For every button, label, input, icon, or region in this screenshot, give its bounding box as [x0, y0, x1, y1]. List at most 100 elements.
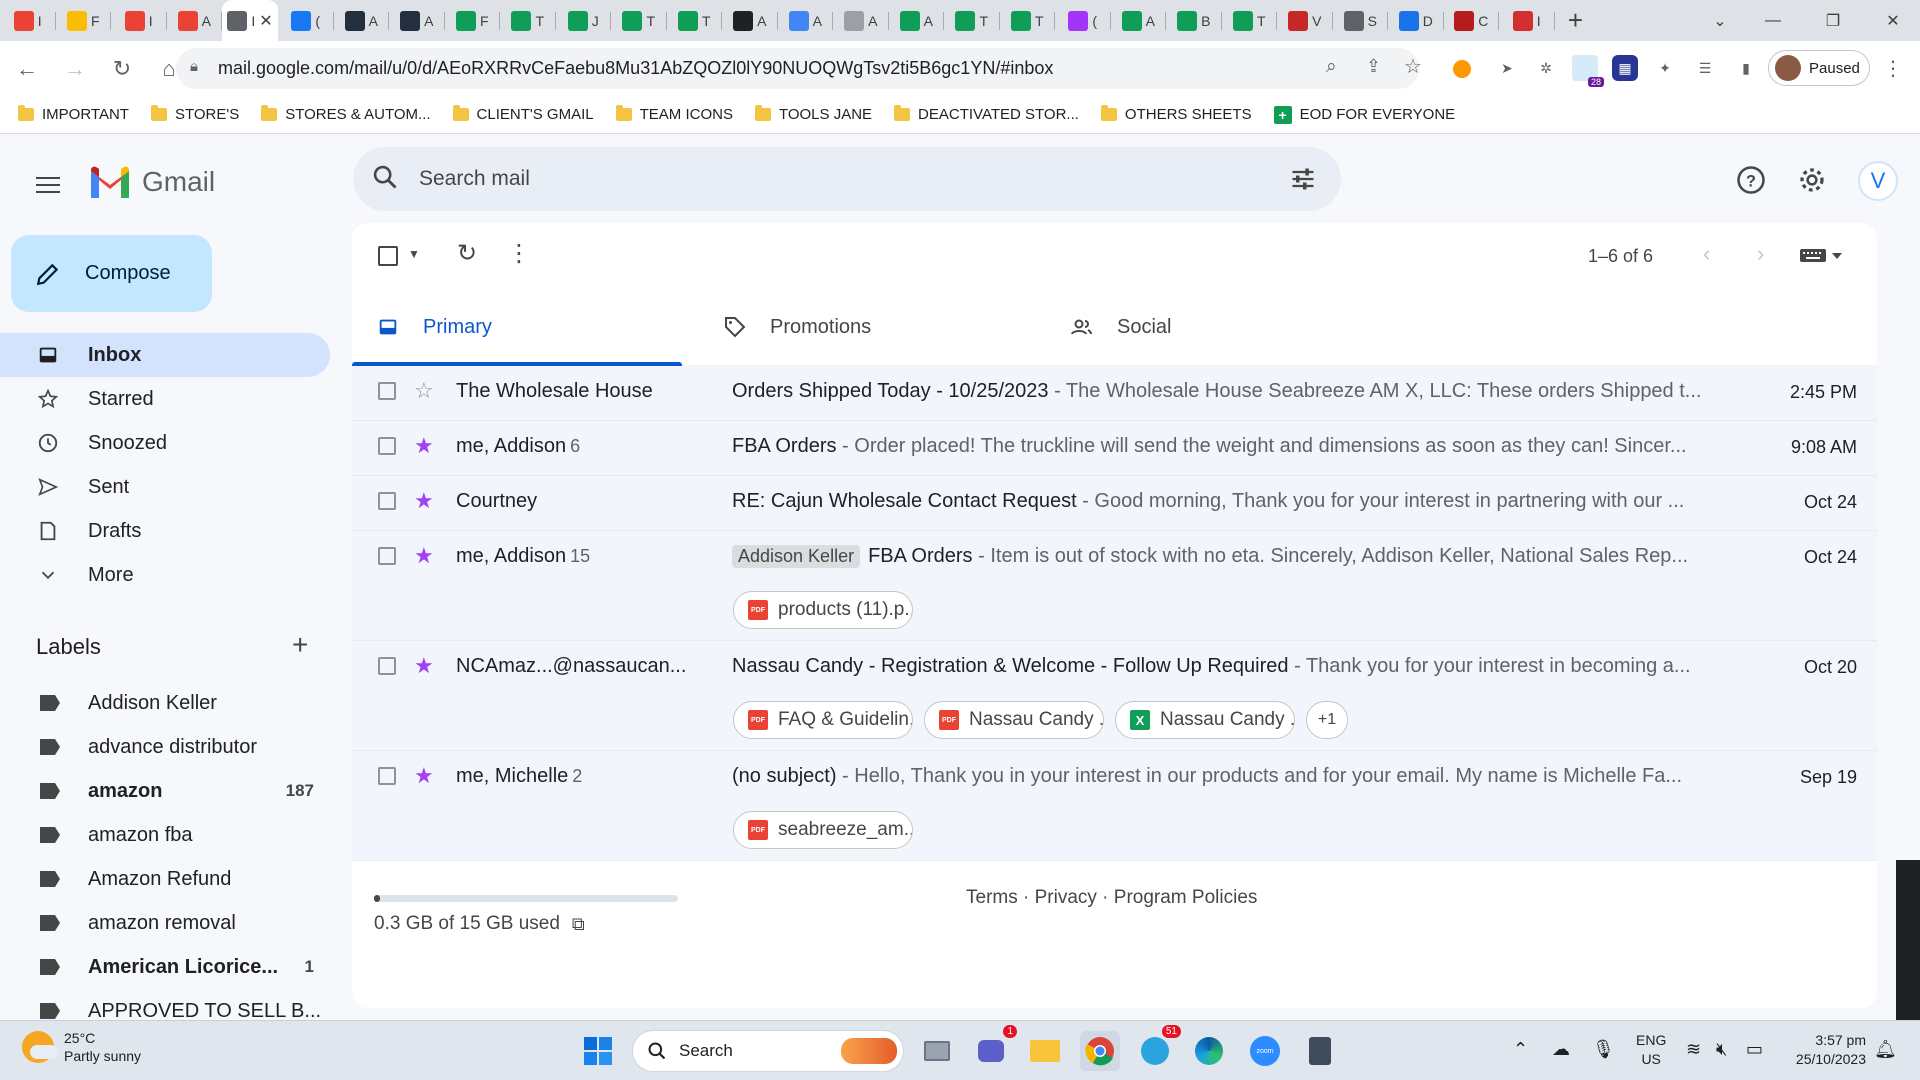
battery-icon[interactable]: ▭ [1746, 1039, 1763, 1060]
sidebar-item-snoozed[interactable]: Snoozed [0, 421, 330, 465]
onedrive-cloud-icon[interactable]: ☁ [1552, 1039, 1570, 1060]
edge-icon[interactable] [1189, 1031, 1229, 1071]
zoom-icon[interactable]: ⌕ [1326, 56, 1337, 78]
input-tools-icon[interactable] [1800, 247, 1846, 268]
bookmark-item[interactable]: STORES & AUTOM... [261, 105, 431, 123]
browser-tab[interactable]: I [1499, 0, 1555, 41]
telegram-icon[interactable]: 51 [1135, 1025, 1181, 1071]
sidebar-item-sent[interactable]: Sent [0, 465, 330, 509]
row-checkbox[interactable] [378, 547, 396, 565]
bookmark-item[interactable]: TEAM ICONS [615, 105, 733, 123]
language-indicator[interactable]: ENG US [1636, 1031, 1666, 1069]
bookmark-item[interactable]: OTHERS SHEETS [1100, 105, 1252, 123]
browser-tab[interactable]: B [1166, 0, 1222, 41]
sidebar-item-more[interactable]: More [0, 553, 330, 597]
calculator-icon[interactable] [1300, 1031, 1340, 1071]
reload-icon[interactable]: ↻ [104, 51, 140, 87]
star-icon[interactable]: ★ [414, 543, 434, 569]
browser-tab[interactable]: ( [1055, 0, 1111, 41]
extension-arrow-icon[interactable]: ➤ [1494, 55, 1520, 81]
account-avatar[interactable]: V [1858, 161, 1898, 201]
email-row[interactable]: ☆ The Wholesale House Orders Shipped Today… [352, 366, 1877, 421]
refresh-icon[interactable]: ↻ [457, 239, 477, 268]
extension-orange-icon[interactable] [1453, 60, 1471, 78]
row-checkbox[interactable] [378, 382, 396, 400]
reading-list-icon[interactable]: ☰ [1692, 55, 1718, 81]
star-icon[interactable]: ★ [414, 433, 434, 459]
browser-tab[interactable]: T [500, 0, 556, 41]
forward-arrow-icon[interactable]: → [57, 51, 93, 87]
label-item[interactable]: amazon fba [0, 813, 330, 857]
row-checkbox[interactable] [378, 437, 396, 455]
more-actions-icon[interactable]: ⋮ [507, 239, 531, 268]
label-item[interactable]: Addison Keller [0, 681, 330, 725]
new-tab-icon[interactable]: + [1555, 0, 1597, 41]
bookmark-item[interactable]: STORE'S [150, 105, 239, 123]
browser-tab[interactable]: F [56, 0, 112, 41]
search-input[interactable]: Search mail [419, 167, 530, 191]
taskbar-search[interactable]: Search [632, 1030, 904, 1072]
row-checkbox[interactable] [378, 657, 396, 675]
email-row[interactable]: ★ NCAmaz...@nassaucan... Nassau Candy - Re… [352, 641, 1877, 751]
restore-button[interactable]: ❐ [1803, 0, 1863, 41]
windows-start-icon[interactable] [578, 1031, 618, 1071]
browser-tab[interactable]: A [778, 0, 834, 41]
attachment-chip[interactable]: PDF Nassau Candy ... [924, 701, 1104, 739]
show-hidden-icons[interactable]: ⌃ [1513, 1039, 1528, 1060]
weather-widget[interactable]: 25°C Partly sunny [22, 1029, 141, 1065]
newer-chevron-icon[interactable]: ‹ [1703, 241, 1710, 267]
browser-tab[interactable]: A [889, 0, 945, 41]
select-dropdown-icon[interactable]: ▼ [408, 247, 420, 261]
sidebar-item-starred[interactable]: Starred [0, 377, 330, 421]
compose-button[interactable]: Compose [11, 235, 212, 312]
row-checkbox[interactable] [378, 492, 396, 510]
more-attachments-chip[interactable]: +1 [1306, 701, 1348, 739]
browser-tab[interactable]: A [334, 0, 390, 41]
attachment-chip[interactable]: X Nassau Candy ... [1115, 701, 1295, 739]
sidebar-item-drafts[interactable]: Drafts [0, 509, 330, 553]
help-icon[interactable]: ? [1734, 163, 1768, 197]
browser-tab[interactable]: S [1333, 0, 1389, 41]
kebab-menu-icon[interactable]: ⋮ [1880, 55, 1906, 81]
file-explorer-icon[interactable] [1025, 1031, 1065, 1071]
minimize-button[interactable]: — [1743, 0, 1803, 41]
task-view-icon[interactable] [917, 1031, 957, 1071]
gmail-logo[interactable]: Gmail [88, 165, 215, 199]
microphone-icon[interactable]: 🎙︎ [1592, 1039, 1615, 1060]
browser-tab[interactable]: T [1222, 0, 1278, 41]
close-window-button[interactable]: ✕ [1863, 0, 1920, 41]
tab-promotions[interactable]: Promotions [699, 289, 999, 365]
label-item[interactable]: amazon removal [0, 901, 330, 945]
browser-tab[interactable]: T [1000, 0, 1056, 41]
tab-social[interactable]: Social [1046, 289, 1346, 365]
notification-bell-icon[interactable]: 🔔︎ [1874, 1039, 1897, 1060]
label-item[interactable]: amazon 187 [0, 769, 330, 813]
attachment-chip[interactable]: PDF FAQ & Guidelin... [733, 701, 913, 739]
address-bar[interactable]: 🔒︎ mail.google.com/mail/u/0/d/AEoRXRRvCe… [176, 48, 1422, 89]
browser-tab[interactable]: D [1388, 0, 1444, 41]
search-options-icon[interactable] [1289, 165, 1317, 198]
zoom-app-icon[interactable]: zoom [1245, 1031, 1285, 1071]
browser-tab[interactable]: I [111, 0, 167, 41]
browser-tab[interactable]: T [611, 0, 667, 41]
tab-search-icon[interactable]: ⌄ [1690, 0, 1750, 41]
browser-tab[interactable]: V [1277, 0, 1333, 41]
email-row[interactable]: ★ me, Addison 15 Addison Keller FBA Orders -… [352, 531, 1877, 641]
extension-wheel-icon[interactable]: ✲ [1533, 55, 1559, 81]
row-checkbox[interactable] [378, 767, 396, 785]
select-all-checkbox[interactable] [378, 246, 398, 266]
star-icon[interactable]: ☆ [414, 378, 434, 404]
star-icon[interactable]: ★ [414, 653, 434, 679]
browser-tab[interactable]: A [1111, 0, 1167, 41]
browser-tab[interactable]: F [445, 0, 501, 41]
main-menu-icon[interactable] [30, 167, 66, 203]
browser-tab[interactable]: A [389, 0, 445, 41]
profile-button[interactable]: Paused [1768, 50, 1870, 86]
close-tab-icon[interactable]: ✕ [259, 11, 272, 31]
footer-links[interactable]: Terms · Privacy · Program Policies [966, 887, 1257, 909]
bookmark-item[interactable]: IMPORTANT [18, 105, 129, 123]
teams-chat-icon[interactable]: 1 [971, 1025, 1017, 1071]
label-item[interactable]: American Licorice... 1 [0, 945, 330, 989]
extension-calendar-icon[interactable]: 28 [1572, 55, 1604, 87]
star-icon[interactable]: ★ [414, 763, 434, 789]
